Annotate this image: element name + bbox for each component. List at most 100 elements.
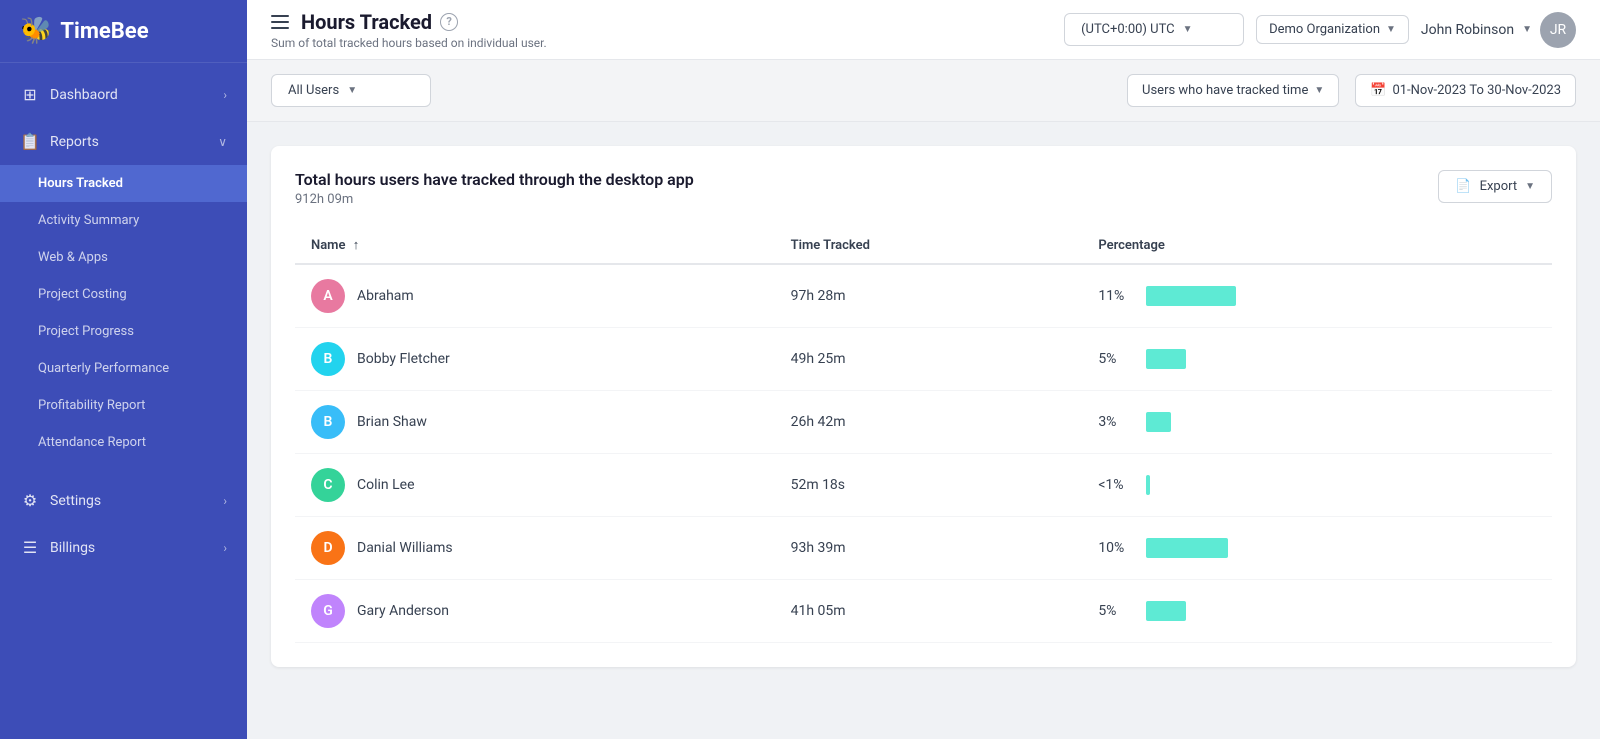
col-name: Name ↑ (295, 227, 775, 264)
user-name: Colin Lee (357, 477, 415, 493)
org-select[interactable]: Demo Organization ▼ (1256, 15, 1409, 44)
sidebar-item-billings[interactable]: ☰ Billings › (0, 524, 247, 571)
cell-name: A Abraham (295, 264, 775, 328)
chevron-right-icon: › (223, 494, 227, 508)
hamburger-icon[interactable] (271, 15, 289, 29)
card-total-time: 912h 09m (295, 192, 1438, 207)
export-button[interactable]: 📄 Export ▼ (1438, 170, 1552, 203)
user-initials: JR (1550, 22, 1566, 38)
subnav-label: Hours Tracked (38, 176, 123, 191)
table-row: C Colin Lee 52m 18s <1% (295, 454, 1552, 517)
card-title-area: Total hours users have tracked through t… (295, 170, 1438, 207)
caret-down-icon: ▼ (1314, 85, 1324, 96)
user-filter-label: Users who have tracked time (1142, 83, 1308, 98)
cell-percentage: 5% (1082, 580, 1552, 643)
chevron-right-icon: › (223, 541, 227, 555)
bar-fill (1146, 349, 1186, 369)
bar-track (1146, 601, 1186, 621)
content-area: Total hours users have tracked through t… (247, 122, 1600, 739)
date-range-picker[interactable]: 📅 01-Nov-2023 To 30-Nov-2023 (1355, 74, 1576, 107)
user-name: Gary Anderson (357, 603, 449, 619)
page-title: Hours Tracked ? (271, 10, 1048, 34)
sidebar-item-profitability-report[interactable]: Profitability Report (0, 387, 247, 424)
cell-percentage: 3% (1082, 391, 1552, 454)
topbar-title-area: Hours Tracked ? Sum of total tracked hou… (271, 10, 1048, 50)
cell-percentage: 10% (1082, 517, 1552, 580)
main-content: Hours Tracked ? Sum of total tracked hou… (247, 0, 1600, 739)
app-name: TimeBee (60, 19, 148, 44)
sidebar-item-label: Billings (50, 540, 213, 556)
pct-label: 5% (1098, 603, 1136, 619)
user-name: Abraham (357, 288, 414, 304)
bar-track (1146, 538, 1228, 558)
sidebar-item-web-apps[interactable]: Web & Apps (0, 239, 247, 276)
user-name: Brian Shaw (357, 414, 427, 430)
help-icon[interactable]: ? (440, 13, 458, 31)
date-range-label: 01-Nov-2023 To 30-Nov-2023 (1392, 83, 1561, 98)
sidebar-item-label: Reports (50, 134, 208, 150)
sidebar-item-hours-tracked[interactable]: Hours Tracked (0, 165, 247, 202)
menu-icon[interactable] (271, 15, 289, 29)
subnav-label: Project Costing (38, 287, 127, 302)
bar-track (1146, 475, 1150, 495)
users-filter-label: All Users (288, 83, 339, 98)
topbar: Hours Tracked ? Sum of total tracked hou… (247, 0, 1600, 60)
user-avatar: A (311, 279, 345, 313)
bar-fill (1146, 601, 1186, 621)
title-text: Hours Tracked (301, 10, 432, 34)
timezone-select[interactable]: (UTC+0:00) UTC ▼ (1064, 13, 1244, 46)
sidebar-item-dashboard[interactable]: ⊞ Dashbaord › (0, 71, 247, 118)
chevron-down-icon: ∨ (218, 135, 227, 149)
col-percentage: Percentage (1082, 227, 1552, 264)
pct-label: 5% (1098, 351, 1136, 367)
cell-percentage: 11% (1082, 264, 1552, 328)
table-row: A Abraham 97h 28m 11% (295, 264, 1552, 328)
bar-fill (1146, 286, 1236, 306)
cell-percentage: 5% (1082, 328, 1552, 391)
subnav-label: Web & Apps (38, 250, 108, 265)
cell-name: D Danial Williams (295, 517, 775, 580)
user-menu[interactable]: John Robinson ▼ JR (1421, 12, 1576, 48)
cell-name: B Brian Shaw (295, 391, 775, 454)
user-avatar: B (311, 342, 345, 376)
sidebar-item-settings[interactable]: ⚙ Settings › (0, 477, 247, 524)
sidebar-item-reports[interactable]: 📋 Reports ∨ (0, 118, 247, 165)
caret-down-icon: ▼ (1522, 24, 1532, 35)
app-logo[interactable]: 🐝 TimeBee (0, 0, 247, 63)
cell-time: 97h 28m (775, 264, 1083, 328)
subnav-label: Project Progress (38, 324, 134, 339)
table-row: D Danial Williams 93h 39m 10% (295, 517, 1552, 580)
cell-time: 49h 25m (775, 328, 1083, 391)
subnav-label: Quarterly Performance (38, 361, 169, 376)
user-avatar: C (311, 468, 345, 502)
bar-track (1146, 349, 1186, 369)
subnav-label: Profitability Report (38, 398, 145, 413)
col-time-tracked: Time Tracked (775, 227, 1083, 264)
users-dropdown[interactable]: All Users ▼ (271, 74, 431, 107)
cell-name: G Gary Anderson (295, 580, 775, 643)
caret-down-icon: ▼ (1525, 181, 1535, 192)
user-name: John Robinson (1421, 22, 1514, 38)
subnav-label: Activity Summary (38, 213, 139, 228)
sidebar-item-project-progress[interactable]: Project Progress (0, 313, 247, 350)
cell-time: 93h 39m (775, 517, 1083, 580)
bar-track (1146, 286, 1236, 306)
bar-track (1146, 412, 1171, 432)
pct-label: 3% (1098, 414, 1136, 430)
sidebar-item-activity-summary[interactable]: Activity Summary (0, 202, 247, 239)
sidebar-item-project-costing[interactable]: Project Costing (0, 276, 247, 313)
table-row: G Gary Anderson 41h 05m 5% (295, 580, 1552, 643)
pct-label: 10% (1098, 540, 1136, 556)
bar-fill (1146, 475, 1150, 495)
sidebar-item-attendance-report[interactable]: Attendance Report (0, 424, 247, 461)
cell-time: 26h 42m (775, 391, 1083, 454)
cell-name: B Bobby Fletcher (295, 328, 775, 391)
dashboard-icon: ⊞ (20, 85, 40, 104)
cell-percentage: <1% (1082, 454, 1552, 517)
export-icon: 📄 (1455, 179, 1471, 194)
user-filter-btn[interactable]: Users who have tracked time ▼ (1127, 74, 1339, 107)
billings-icon: ☰ (20, 538, 40, 557)
topbar-controls: (UTC+0:00) UTC ▼ Demo Organization ▼ Joh… (1064, 12, 1576, 48)
sidebar-item-quarterly-performance[interactable]: Quarterly Performance (0, 350, 247, 387)
reports-icon: 📋 (20, 132, 40, 151)
